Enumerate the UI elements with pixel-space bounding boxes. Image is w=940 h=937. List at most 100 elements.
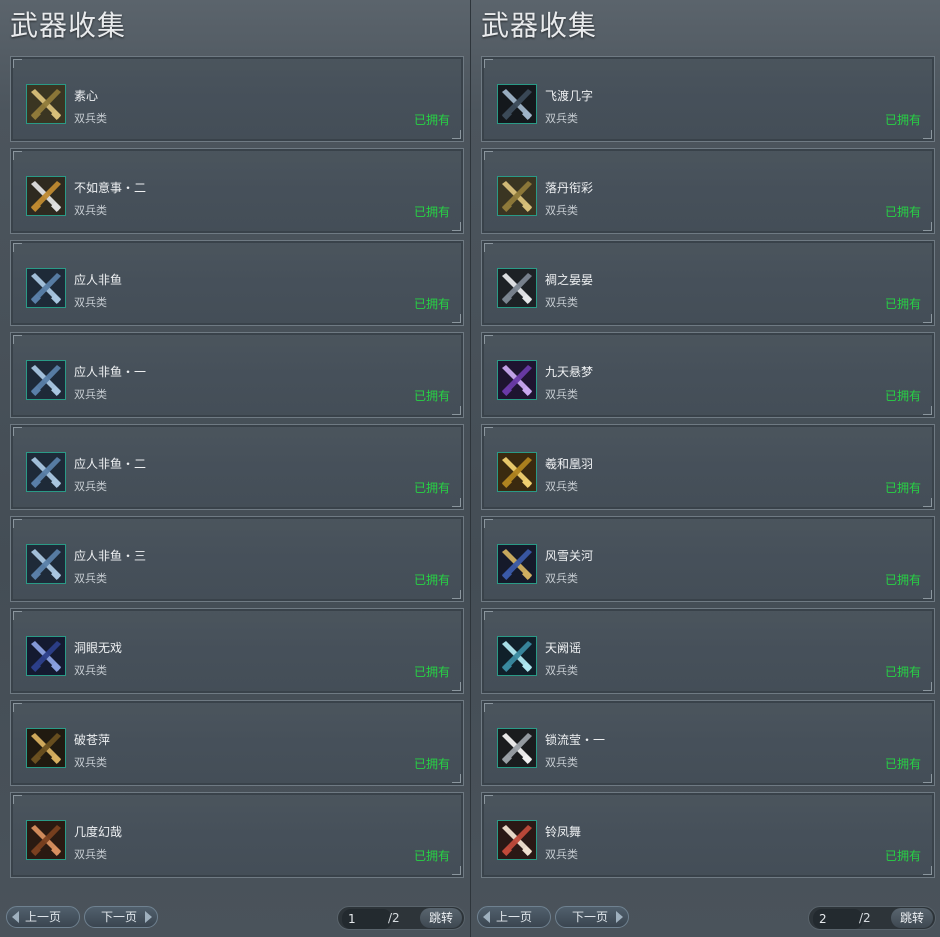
- weapon-list: 素心 双兵类 已拥有 不如意事・二 双兵类 已拥有 应人非鱼 双兵类 已拥有 应人非鱼・一 双兵类已…: [10, 56, 464, 884]
- weapon-name: 不如意事・二: [74, 181, 147, 195]
- owned-status: 已拥有: [884, 297, 921, 311]
- weapon-name: 应人非鱼・一: [74, 365, 147, 379]
- owned-status: 已拥有: [413, 205, 450, 219]
- weapon-card[interactable]: 应人非鱼・二 双兵类 已拥有: [10, 424, 464, 510]
- weapon-list: 飞渡几字 双兵类 已拥有 落丹衔彩 双兵类 已拥有 裯之晏晏 双兵类 已拥有 九天悬梦 双兵类 已拥有…: [481, 56, 935, 884]
- right-panel: 武器收集 飞渡几字 双兵类 已拥有 落丹衔彩 双兵类 已拥有 裯之晏晏 双兵类 已拥有 九天悬梦双…: [470, 0, 940, 937]
- next-page-label: 下一页: [572, 910, 609, 924]
- weapon-name: 素心: [74, 89, 99, 103]
- weapon-card[interactable]: 裯之晏晏双兵类 已拥有: [481, 240, 935, 326]
- weapon-category: 双兵类: [74, 572, 107, 585]
- owned-status: 已拥有: [884, 849, 921, 863]
- crossed-blue-cleavers-icon: [26, 452, 66, 492]
- prev-page-label: 上一页: [496, 910, 533, 924]
- weapon-card[interactable]: 洞眼无戏 双兵类 已拥有: [10, 608, 464, 694]
- next-page-button[interactable]: 下一页: [84, 906, 158, 928]
- weapon-category: 双兵类: [545, 204, 578, 217]
- weapon-card[interactable]: 铃凤舞双兵类 已拥有: [481, 792, 935, 878]
- weapon-name: 天阙谣: [545, 641, 582, 655]
- jump-button[interactable]: 跳转: [891, 908, 933, 928]
- crossed-copper-blades-icon: [26, 820, 66, 860]
- weapon-category: 双兵类: [545, 756, 578, 769]
- prev-page-button[interactable]: 上一页: [6, 906, 80, 928]
- owned-status: 已拥有: [413, 849, 450, 863]
- crossed-golden-feather-blades-icon: [497, 452, 537, 492]
- page-total: /2: [859, 911, 871, 925]
- weapon-card[interactable]: 不如意事・二 双兵类 已拥有: [10, 148, 464, 234]
- weapon-category: 双兵类: [74, 204, 107, 217]
- crossed-dark-blades-icon: [497, 84, 537, 124]
- crossed-purple-blades-icon: [497, 360, 537, 400]
- weapon-card[interactable]: 几度幻哉双兵类 已拥有: [10, 792, 464, 878]
- chevron-left-icon: [483, 911, 490, 923]
- weapon-category: 双兵类: [545, 388, 578, 401]
- weapon-name: 应人非鱼・二: [74, 457, 147, 471]
- weapon-category: 双兵类: [74, 112, 107, 125]
- weapon-category: 双兵类: [74, 664, 107, 677]
- owned-status: 已拥有: [884, 481, 921, 495]
- crossed-blue-gold-blades-icon: [497, 544, 537, 584]
- weapon-card[interactable]: 应人非鱼・三 双兵类 已拥有: [10, 516, 464, 602]
- weapon-category: 双兵类: [545, 296, 578, 309]
- weapon-name: 九天悬梦: [545, 365, 594, 379]
- weapon-name: 裯之晏晏: [545, 273, 594, 287]
- owned-status: 已拥有: [413, 481, 450, 495]
- weapon-card[interactable]: 应人非鱼 双兵类 已拥有: [10, 240, 464, 326]
- crossed-white-blades-icon: [497, 728, 537, 768]
- jump-button[interactable]: 跳转: [420, 908, 462, 928]
- weapon-card[interactable]: 天阙谣 双兵类 已拥有: [481, 608, 935, 694]
- owned-status: 已拥有: [884, 757, 921, 771]
- weapon-category: 双兵类: [74, 756, 107, 769]
- owned-status: 已拥有: [413, 297, 450, 311]
- weapon-category: 双兵类: [74, 848, 107, 861]
- weapon-name: 几度幻哉: [74, 825, 123, 839]
- page-title: 武器收集: [481, 9, 598, 42]
- chevron-right-icon: [616, 911, 623, 923]
- crossed-blue-cleavers-icon: [26, 544, 66, 584]
- weapon-name: 应人非鱼: [74, 273, 123, 287]
- weapon-card[interactable]: 九天悬梦双兵类 已拥有: [481, 332, 935, 418]
- prev-page-button[interactable]: 上一页: [477, 906, 551, 928]
- weapon-card[interactable]: 风雪关河 双兵类 已拥有: [481, 516, 935, 602]
- crossed-silver-blades-icon: [497, 268, 537, 308]
- weapon-name: 锁流莹・一: [545, 733, 606, 747]
- weapon-collection-window: 武器收集 素心 双兵类 已拥有 不如意事・二 双兵类 已拥有 应人非鱼 双兵类 已拥有 应人非鱼・…: [0, 0, 940, 937]
- crossed-silver-gold-blades-icon: [26, 176, 66, 216]
- weapon-category: 双兵类: [74, 480, 107, 493]
- crossed-navy-blades-icon: [26, 636, 66, 676]
- page-jump-control: /2 跳转: [337, 906, 465, 930]
- weapon-category: 双兵类: [545, 848, 578, 861]
- crossed-gold-blades-icon: [497, 176, 537, 216]
- weapon-name: 羲和凰羽: [545, 457, 594, 471]
- owned-status: 已拥有: [884, 205, 921, 219]
- owned-status: 已拥有: [884, 389, 921, 403]
- weapon-card[interactable]: 落丹衔彩 双兵类 已拥有: [481, 148, 935, 234]
- owned-status: 已拥有: [884, 573, 921, 587]
- page-number-input[interactable]: [813, 909, 863, 929]
- page-number-input[interactable]: [342, 909, 392, 929]
- page-total: /2: [388, 911, 400, 925]
- owned-status: 已拥有: [884, 113, 921, 127]
- weapon-name: 铃凤舞: [545, 825, 582, 839]
- weapon-card[interactable]: 应人非鱼・一 双兵类 已拥有: [10, 332, 464, 418]
- weapon-name: 应人非鱼・三: [74, 549, 147, 563]
- weapon-card[interactable]: 素心双兵类 已拥有: [10, 56, 464, 142]
- weapon-card[interactable]: 锁流莹・一双兵类 已拥有: [481, 700, 935, 786]
- owned-status: 已拥有: [413, 113, 450, 127]
- left-panel: 武器收集 素心 双兵类 已拥有 不如意事・二 双兵类 已拥有 应人非鱼 双兵类 已拥有 应人非鱼・…: [0, 0, 470, 937]
- weapon-name: 风雪关河: [545, 549, 594, 563]
- weapon-name: 洞眼无戏: [74, 641, 123, 655]
- crossed-blue-cleavers-icon: [26, 268, 66, 308]
- weapon-card[interactable]: 羲和凰羽 双兵类 已拥有: [481, 424, 935, 510]
- page-title: 武器收集: [10, 9, 127, 42]
- chevron-right-icon: [145, 911, 152, 923]
- crossed-bronze-blades-icon: [26, 728, 66, 768]
- weapon-card[interactable]: 飞渡几字 双兵类 已拥有: [481, 56, 935, 142]
- weapon-category: 双兵类: [545, 664, 578, 677]
- weapon-card[interactable]: 破苍萍 双兵类 已拥有: [10, 700, 464, 786]
- next-page-button[interactable]: 下一页: [555, 906, 629, 928]
- crossed-gold-blades-icon: [26, 84, 66, 124]
- chevron-left-icon: [12, 911, 19, 923]
- owned-status: 已拥有: [413, 573, 450, 587]
- weapon-name: 飞渡几字: [545, 89, 594, 103]
